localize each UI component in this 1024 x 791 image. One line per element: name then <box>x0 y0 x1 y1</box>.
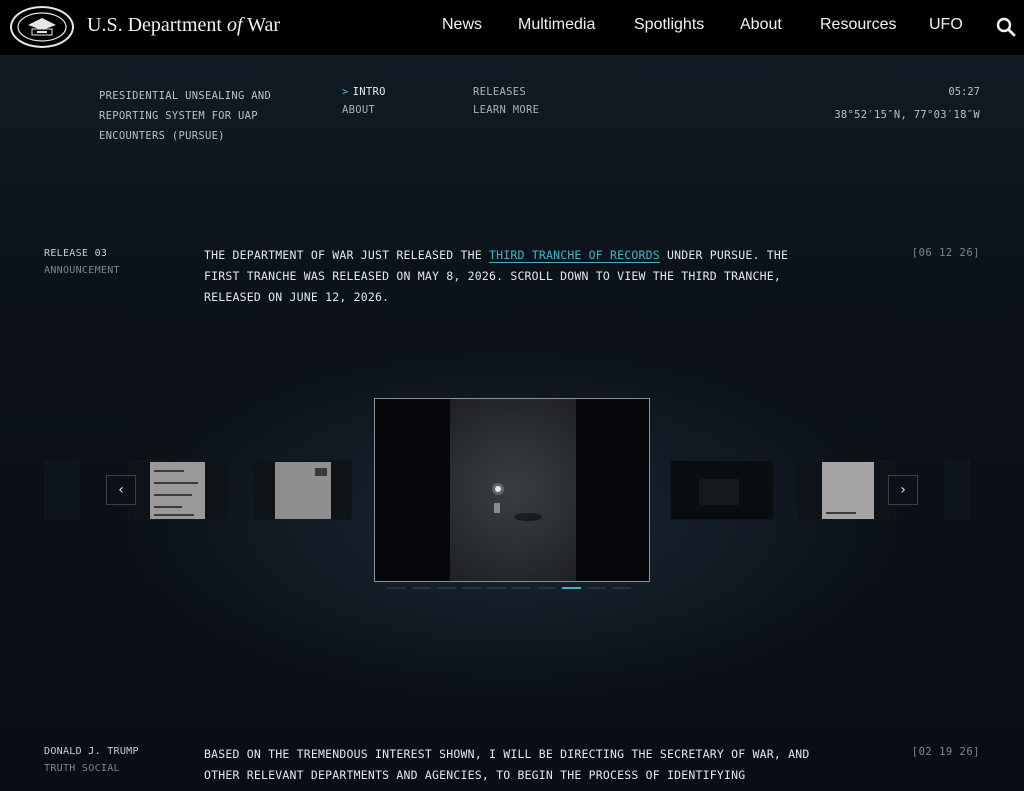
video-frame <box>450 399 576 581</box>
carousel-dot[interactable] <box>562 587 581 589</box>
active-marker: > <box>342 86 349 98</box>
nav-item-spotlights[interactable]: Spotlights <box>634 16 704 34</box>
entry-text: BASED ON THE TREMENDOUS INTEREST SHOWN, … <box>204 747 810 782</box>
subnav-intro-label: INTRO <box>352 86 386 98</box>
carousel-prev-button[interactable]: ‹ <box>106 475 136 505</box>
night-image <box>699 479 739 505</box>
carousel-thumbnail[interactable] <box>670 460 774 520</box>
entry-text: THE DEPARTMENT OF WAR JUST RELEASED THE … <box>204 245 824 308</box>
third-tranche-link[interactable]: THIRD TRANCHE OF RECORDS <box>488 248 660 263</box>
nav-item-news[interactable]: News <box>442 16 482 34</box>
nav-item-ufo[interactable]: UFO <box>929 16 963 34</box>
top-navigation-bar: U.S. Department of War News Multimedia S… <box>0 0 1024 55</box>
carousel-thumbnail[interactable] <box>796 460 896 520</box>
document-page-image <box>822 462 874 519</box>
carousel-dot[interactable] <box>437 587 456 589</box>
carousel-thumbnail[interactable] <box>128 460 228 520</box>
nav-item-resources[interactable]: Resources <box>820 16 896 34</box>
carousel-pagination <box>387 587 631 590</box>
nav-item-about[interactable]: About <box>740 16 782 34</box>
subnav-intro[interactable]: > INTRO <box>342 86 386 98</box>
carousel-dot[interactable] <box>387 587 406 589</box>
program-title: PRESIDENTIAL UNSEALING AND REPORTING SYS… <box>99 90 272 142</box>
entry-sublabel: ANNOUNCEMENT <box>44 265 120 276</box>
coordinates-readout: 38°52′15″N, 77°03′18″W <box>834 109 980 121</box>
carousel-next-button[interactable]: › <box>888 475 918 505</box>
document-page-image <box>150 462 205 519</box>
carousel-dot[interactable] <box>537 587 556 589</box>
carousel-dot[interactable] <box>587 587 606 589</box>
chevron-left-icon: ‹ <box>118 482 124 498</box>
entry-text-before: THE DEPARTMENT OF WAR JUST RELEASED THE <box>204 248 489 262</box>
entry-date: [06 12 26] <box>911 247 980 259</box>
nav-item-multimedia[interactable]: Multimedia <box>518 16 595 34</box>
subnav-about[interactable]: ABOUT <box>342 104 375 116</box>
media-viewer[interactable] <box>374 398 650 582</box>
chevron-right-icon: › <box>900 482 906 498</box>
carousel-dot[interactable] <box>412 587 431 589</box>
carousel-dot[interactable] <box>512 587 531 589</box>
entry-label: DONALD J. TRUMP <box>44 746 139 757</box>
entry-label: RELEASE 03 <box>44 248 108 259</box>
subnav-learn-more[interactable]: LEARN MORE <box>473 104 539 116</box>
main-nav: News Multimedia Spotlights About Resourc… <box>0 16 1024 40</box>
search-icon[interactable] <box>996 17 1016 37</box>
carousel-dot[interactable] <box>462 587 481 589</box>
carousel-thumbnail[interactable] <box>944 460 970 520</box>
carousel-thumbnail[interactable] <box>44 460 80 520</box>
entry-date: [02 19 26] <box>911 746 980 758</box>
clock-readout: 05:27 <box>948 86 980 98</box>
carousel-dot[interactable] <box>487 587 506 589</box>
subnav-releases[interactable]: RELEASES <box>473 86 526 98</box>
carousel-dot[interactable] <box>612 587 631 589</box>
entry-sublabel: TRUTH SOCIAL <box>44 763 120 774</box>
carousel-thumbnail[interactable] <box>252 460 352 520</box>
document-page-image <box>275 462 331 519</box>
